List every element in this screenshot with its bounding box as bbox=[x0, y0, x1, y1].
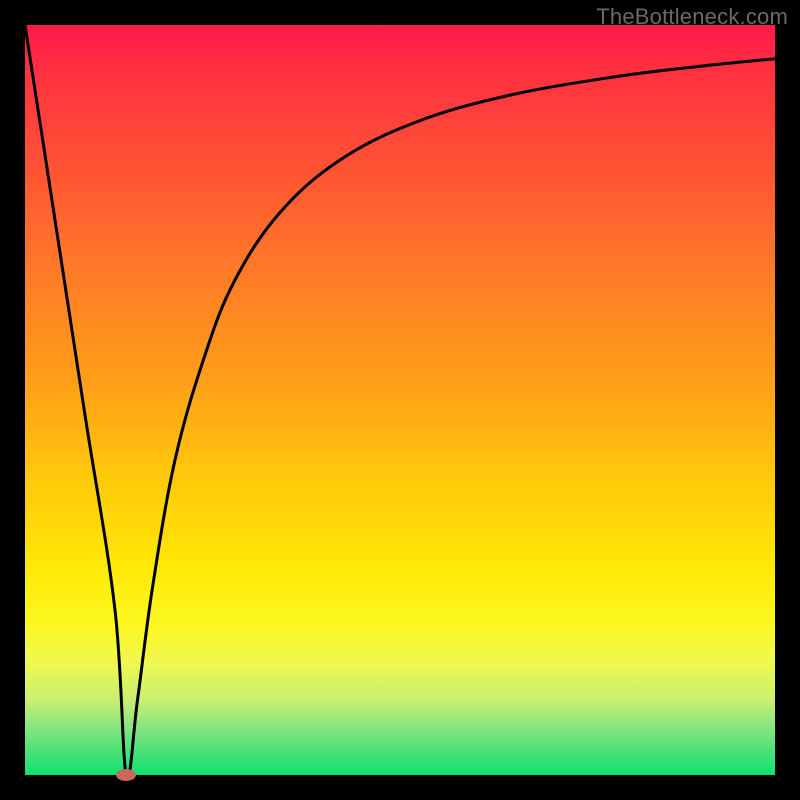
plot-area bbox=[25, 25, 775, 775]
bottleneck-curve bbox=[25, 25, 775, 775]
watermark-text: TheBottleneck.com bbox=[596, 4, 788, 30]
minimum-marker bbox=[116, 769, 136, 781]
chart-frame: TheBottleneck.com bbox=[0, 0, 800, 800]
curve-svg bbox=[25, 25, 775, 775]
